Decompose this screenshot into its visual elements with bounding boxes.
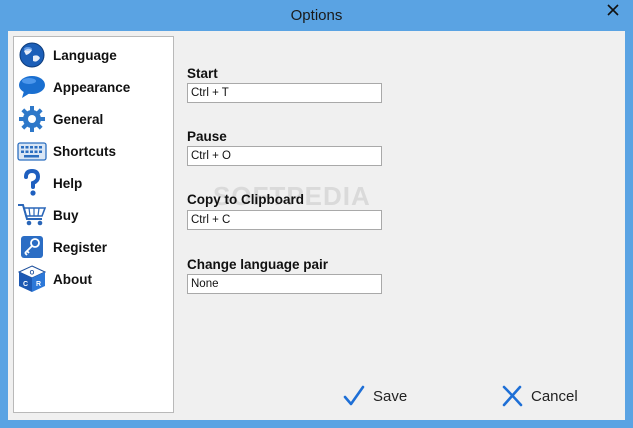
sidebar-item-register[interactable]: Register xyxy=(16,232,171,262)
sidebar-item-label: General xyxy=(53,111,104,127)
change-language-pair-label: Change language pair xyxy=(187,257,329,272)
sidebar: Language Appearance General Shortcuts He… xyxy=(13,36,174,413)
window-title: Options xyxy=(290,7,343,24)
copy-shortcut-input[interactable] xyxy=(187,210,382,230)
ocr-cube-icon: O C R xyxy=(16,264,48,294)
keyboard-icon xyxy=(16,136,48,166)
sidebar-item-language[interactable]: Language xyxy=(16,40,171,70)
language-pair-shortcut-input[interactable] xyxy=(187,274,382,294)
sidebar-item-label: Appearance xyxy=(53,79,131,95)
close-button[interactable] xyxy=(601,0,625,20)
sidebar-item-label: Buy xyxy=(53,207,79,223)
sidebar-item-shortcuts[interactable]: Shortcuts xyxy=(16,136,171,166)
save-button[interactable]: Save xyxy=(343,381,407,411)
globe-icon xyxy=(16,40,48,70)
pause-shortcut-input[interactable] xyxy=(187,146,382,166)
cancel-label: Cancel xyxy=(531,387,578,405)
shopping-cart-icon xyxy=(16,200,48,230)
start-shortcut-input[interactable] xyxy=(187,83,382,103)
sidebar-item-label: About xyxy=(53,271,92,287)
gear-icon xyxy=(16,104,48,134)
svg-text:O: O xyxy=(30,271,35,277)
sidebar-item-label: Shortcuts xyxy=(53,143,117,159)
question-mark-icon xyxy=(16,168,48,198)
sidebar-item-help[interactable]: Help xyxy=(16,168,171,198)
checkmark-icon xyxy=(343,385,365,406)
client-area: Language Appearance General Shortcuts He… xyxy=(8,31,625,420)
cross-icon xyxy=(502,385,523,407)
title-bar[interactable]: Options xyxy=(0,0,633,31)
speech-bubble-icon xyxy=(16,72,48,102)
copy-to-clipboard-label: Copy to Clipboard xyxy=(187,192,304,207)
cancel-button[interactable]: Cancel xyxy=(501,381,578,411)
pause-label: Pause xyxy=(187,129,227,144)
save-label: Save xyxy=(373,387,408,405)
sidebar-item-label: Register xyxy=(53,239,108,255)
svg-text:C: C xyxy=(23,281,28,288)
key-icon xyxy=(16,232,48,262)
sidebar-item-buy[interactable]: Buy xyxy=(16,200,171,230)
sidebar-item-about[interactable]: O C R About xyxy=(16,264,171,294)
sidebar-item-general[interactable]: General xyxy=(16,104,171,134)
sidebar-item-label: Help xyxy=(53,175,83,191)
close-icon xyxy=(607,4,619,16)
options-window: Options Language Appearance General Shor… xyxy=(0,0,633,428)
start-label: Start xyxy=(187,66,218,81)
sidebar-item-label: Language xyxy=(53,47,117,63)
svg-text:R: R xyxy=(36,281,41,288)
sidebar-item-appearance[interactable]: Appearance xyxy=(16,72,171,102)
